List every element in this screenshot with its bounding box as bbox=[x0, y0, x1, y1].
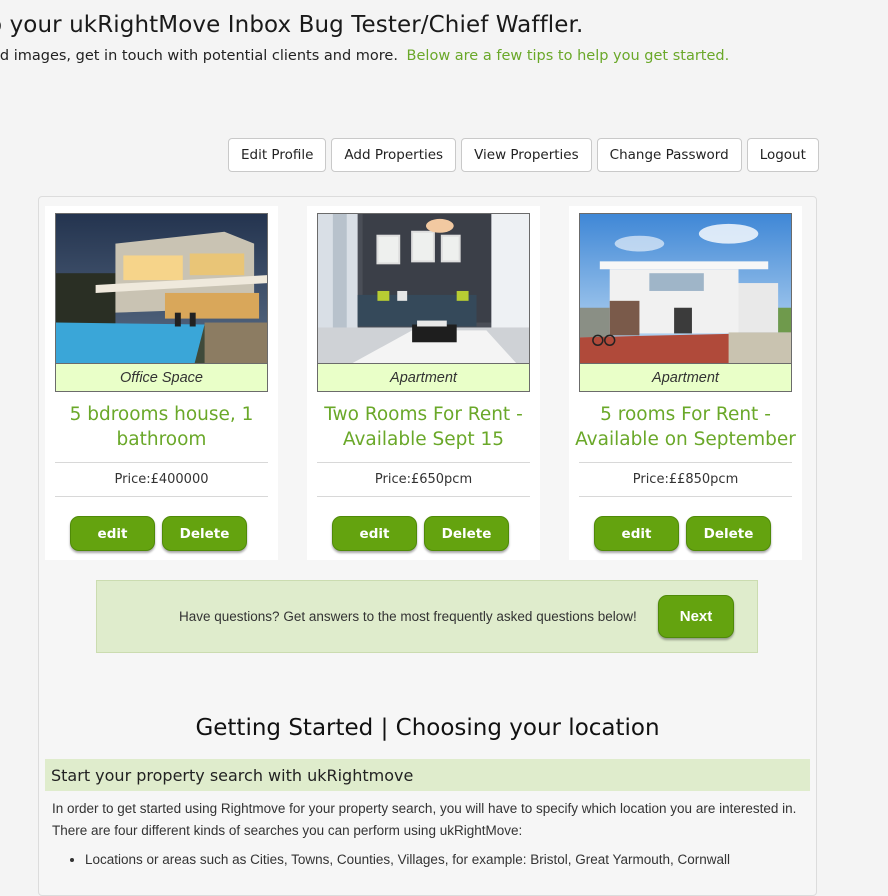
property-price: Price:£650pcm bbox=[374, 472, 473, 487]
paragraph: There are four different kinds of search… bbox=[52, 823, 523, 838]
welcome-heading: o your ukRightMove Inbox Bug Tester/Chie… bbox=[0, 12, 584, 38]
subtitle-text: ad images, get in touch with potential c… bbox=[0, 48, 398, 64]
divider bbox=[579, 462, 792, 463]
getting-started-title: Getting Started | Choosing your location bbox=[195, 715, 660, 741]
property-type-label: Apartment bbox=[579, 364, 792, 392]
divider bbox=[55, 496, 268, 497]
delete-button[interactable]: Delete bbox=[162, 516, 247, 551]
edit-button[interactable]: edit bbox=[332, 516, 417, 551]
view-properties-button[interactable]: View Properties bbox=[461, 138, 592, 172]
search-types-list: Locations or areas such as Cities, Towns… bbox=[70, 852, 730, 867]
faq-question: Have questions? Get answers to the most … bbox=[179, 609, 637, 624]
property-type-label: Office Space bbox=[55, 364, 268, 392]
property-price: Price:£400000 bbox=[114, 472, 209, 487]
property-card: Apartment Two Rooms For Rent - Available… bbox=[307, 206, 540, 560]
property-title[interactable]: 5 rooms For Rent - Available on Septembe… bbox=[569, 402, 802, 452]
divider bbox=[317, 496, 530, 497]
delete-button[interactable]: Delete bbox=[424, 516, 509, 551]
change-password-button[interactable]: Change Password bbox=[596, 138, 742, 172]
property-photo[interactable] bbox=[55, 213, 268, 364]
account-nav: Edit Profile Add Properties View Propert… bbox=[228, 138, 819, 172]
property-price: Price:££850pcm bbox=[632, 472, 739, 487]
edit-button[interactable]: edit bbox=[594, 516, 679, 551]
divider bbox=[55, 462, 268, 463]
property-photo[interactable] bbox=[579, 213, 792, 364]
faq-banner: Have questions? Get answers to the most … bbox=[96, 580, 758, 653]
property-photo[interactable] bbox=[317, 213, 530, 364]
add-properties-button[interactable]: Add Properties bbox=[331, 138, 457, 172]
paragraph: In order to get started using Rightmove … bbox=[52, 801, 797, 816]
next-button[interactable]: Next bbox=[658, 595, 734, 638]
list-item: Locations or areas such as Cities, Towns… bbox=[85, 852, 730, 867]
section-subheading: Start your property search with ukRightm… bbox=[45, 759, 810, 791]
getting-started-text: In order to get started using Rightmove … bbox=[52, 798, 812, 842]
property-type-label: Apartment bbox=[317, 364, 530, 392]
welcome-subtitle: ad images, get in touch with potential c… bbox=[0, 48, 729, 64]
divider bbox=[579, 496, 792, 497]
property-title[interactable]: Two Rooms For Rent - Available Sept 15 bbox=[307, 402, 540, 452]
delete-button[interactable]: Delete bbox=[686, 516, 771, 551]
property-title[interactable]: 5 bdrooms house, 1 bathroom bbox=[45, 402, 278, 452]
divider bbox=[317, 462, 530, 463]
property-card: Office Space 5 bdrooms house, 1 bathroom… bbox=[45, 206, 278, 560]
logout-button[interactable]: Logout bbox=[746, 138, 819, 172]
tips-link[interactable]: Below are a few tips to help you get sta… bbox=[407, 48, 730, 64]
edit-profile-button[interactable]: Edit Profile bbox=[228, 138, 327, 172]
property-card: Apartment 5 rooms For Rent - Available o… bbox=[569, 206, 802, 560]
edit-button[interactable]: edit bbox=[70, 516, 155, 551]
